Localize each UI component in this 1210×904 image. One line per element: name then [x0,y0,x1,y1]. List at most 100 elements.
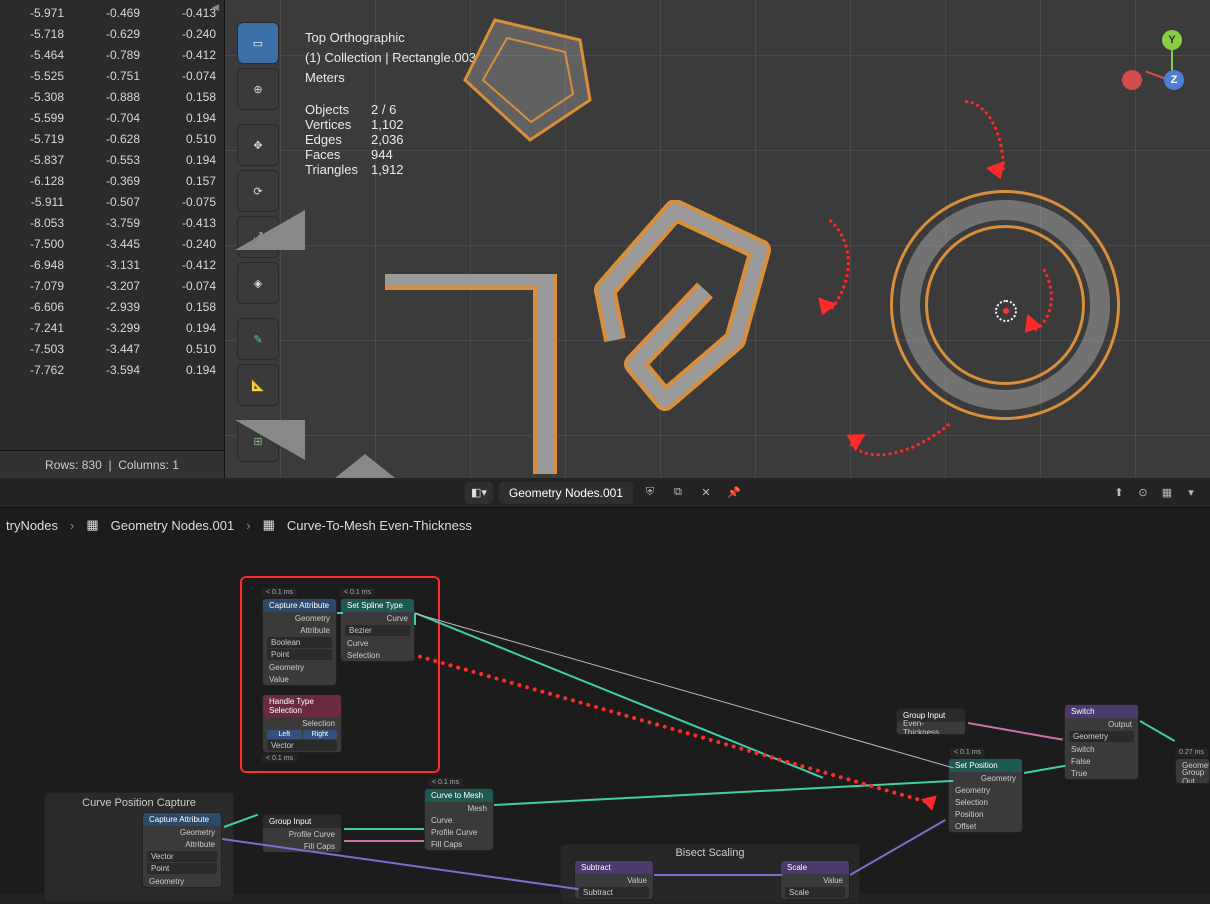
flat-tri-2 [235,420,305,460]
table-row[interactable]: -5.719-0.6280.510 [0,128,224,149]
rows-value: 830 [82,458,102,472]
table-row[interactable]: -5.971-0.469-0.413 [0,2,224,23]
spline-type-dropdown[interactable]: Bezier [345,625,410,636]
mode-dropdown[interactable]: Vector [267,740,337,751]
duplicate-icon[interactable]: ⧉ [667,482,689,504]
annotate-tool[interactable]: ✎ [237,318,279,360]
table-row[interactable]: -8.053-3.759-0.413 [0,212,224,233]
node-title: Set Spline Type [341,599,414,612]
shield-icon[interactable]: ⛨ [639,482,661,504]
table-row[interactable]: -5.718-0.629-0.240 [0,23,224,44]
chevron-down-icon[interactable]: ▾ [1180,482,1202,504]
spreadsheet-rows: -5.971-0.469-0.413-5.718-0.629-0.240-5.4… [0,0,224,380]
chevron-right-icon: › [70,518,74,533]
node-set-spline-type[interactable]: Set Spline Type Curve Bezier Curve Selec… [340,598,415,662]
move-tool[interactable]: ✥ [237,124,279,166]
dtype-dropdown[interactable]: Boolean [267,637,332,648]
stat-label-faces: Faces [305,147,371,162]
gizmo-y-icon[interactable]: Y [1162,30,1182,50]
node-group-output[interactable]: Geometry Group Out [1175,758,1210,784]
node-curve-to-mesh[interactable]: Curve to Mesh Mesh Curve Profile Curve F… [424,788,494,851]
breadcrumb-item[interactable]: Curve-To-Mesh Even-Thickness [287,518,472,533]
cursor-tool[interactable]: ⊕ [237,68,279,110]
stat-vertices: 1,102 [371,117,404,132]
frame-label: Curve Position Capture [45,793,233,813]
snap-icon[interactable]: ⊙ [1132,482,1154,504]
node-title: Capture Attribute [143,813,221,826]
overlay-icon[interactable]: ▦ [1156,482,1178,504]
units: Meters [305,68,476,88]
table-row[interactable]: -5.911-0.507-0.075 [0,191,224,212]
nodetree-name-field[interactable]: Geometry Nodes.001 [499,482,633,504]
spreadsheet-panel: ◀ -5.971-0.469-0.413-5.718-0.629-0.240-5… [0,0,225,478]
node-canvas[interactable]: < 0.1 ms < 0.1 ms < 0.1 ms < 0.1 ms < 0.… [0,542,1210,894]
rows-label: Rows: [45,458,78,472]
stat-objects: 2 / 6 [371,102,396,117]
table-row[interactable]: -6.606-2.9390.158 [0,296,224,317]
table-row[interactable]: -5.599-0.7040.194 [0,107,224,128]
table-row[interactable]: -5.525-0.751-0.074 [0,65,224,86]
stat-label-edges: Edges [305,132,371,147]
collection-line: (1) Collection | Rectangle.003 [305,48,476,68]
node-link [494,780,953,806]
breadcrumb-item[interactable]: tryNodes [6,518,58,533]
stat-faces: 944 [371,147,393,162]
transform-tool[interactable]: ◈ [237,262,279,304]
nodetree-browse-button[interactable]: ◧▾ [465,482,493,504]
mesh-shape-l[interactable] [385,274,575,474]
table-row[interactable]: -6.948-3.131-0.412 [0,254,224,275]
node-handle-type-selection[interactable]: Handle Type Selection Selection Left Rig… [262,694,342,753]
viewport-3d[interactable]: ▭ ⊕ ✥ ⟳ ⤢ ◈ ✎ 📐 ⊞ Top Orthographic (1) C… [225,0,1210,478]
table-row[interactable]: -5.308-0.8880.158 [0,86,224,107]
table-row[interactable]: -7.762-3.5940.194 [0,359,224,380]
parent-node-icon[interactable]: ⬆ [1108,482,1130,504]
annotation-dotted-link [417,654,928,804]
node-scale[interactable]: Scale Value Scale [780,860,850,900]
viewport-stats: Objects2 / 6 Vertices1,102 Edges2,036 Fa… [305,102,404,177]
table-row[interactable]: -7.079-3.207-0.074 [0,275,224,296]
node-set-position[interactable]: Set Position Geometry Geometry Selection… [948,758,1023,833]
rotate-tool[interactable]: ⟳ [237,170,279,212]
btn-left[interactable]: Left [267,730,302,739]
node-switch[interactable]: Switch Output Geometry Switch False True [1064,704,1139,780]
domain-dropdown[interactable]: Point [267,649,332,660]
gizmo-x-icon[interactable] [1122,70,1142,90]
btn-right[interactable]: Right [303,730,338,739]
table-row[interactable]: -6.128-0.3690.157 [0,170,224,191]
scroll-left-icon[interactable]: ◀ [212,2,220,10]
unlink-icon[interactable]: ✕ [695,482,717,504]
table-row[interactable]: -5.837-0.5530.194 [0,149,224,170]
node-link [1140,720,1176,742]
timing-label: < 0.1 ms [950,748,985,757]
node-editor-header: ◧▾ Geometry Nodes.001 ⛨ ⧉ ✕ 📌 ⬆ ⊙ ▦ ▾ [0,478,1210,508]
node-link [344,828,424,830]
node-subtract[interactable]: Subtract Value Subtract [574,860,654,900]
node-link [968,722,1063,741]
flat-tri-3 [335,454,395,478]
timing-label: 0.27 ms [1175,748,1208,757]
view-name: Top Orthographic [305,28,476,48]
node-link [415,613,954,768]
node-group-input-top[interactable]: Group Input Even-Thickness [896,708,966,735]
separator: | [108,458,111,472]
node-editor: ◧▾ Geometry Nodes.001 ⛨ ⧉ ✕ 📌 ⬆ ⊙ ▦ ▾ tr… [0,478,1210,894]
table-row[interactable]: -7.500-3.445-0.240 [0,233,224,254]
measure-tool[interactable]: 📐 [237,364,279,406]
pin-icon[interactable]: 📌 [723,482,745,504]
nav-gizmo[interactable]: Y Z [1122,30,1202,110]
node-capture-attribute-2[interactable]: Capture Attribute Geometry Attribute Vec… [142,812,222,888]
node-capture-attribute[interactable]: Capture Attribute Geometry Attribute Boo… [262,598,337,686]
stat-triangles: 1,912 [371,162,404,177]
table-row[interactable]: -5.464-0.789-0.412 [0,44,224,65]
node-title: Curve to Mesh [425,789,493,802]
mesh-shape-arrow[interactable] [585,200,785,420]
timing-label: < 0.1 ms [262,754,297,763]
select-box-tool[interactable]: ▭ [237,22,279,64]
cols-label: Columns: [118,458,169,472]
node-group-input-left[interactable]: Group Input Profile Curve Fill Caps [262,814,342,853]
breadcrumb-item[interactable]: Geometry Nodes.001 [111,518,235,533]
table-row[interactable]: -7.503-3.4470.510 [0,338,224,359]
gizmo-z-icon[interactable]: Z [1164,70,1184,90]
table-row[interactable]: -7.241-3.2990.194 [0,317,224,338]
mesh-shape-pentagon[interactable] [455,10,605,150]
